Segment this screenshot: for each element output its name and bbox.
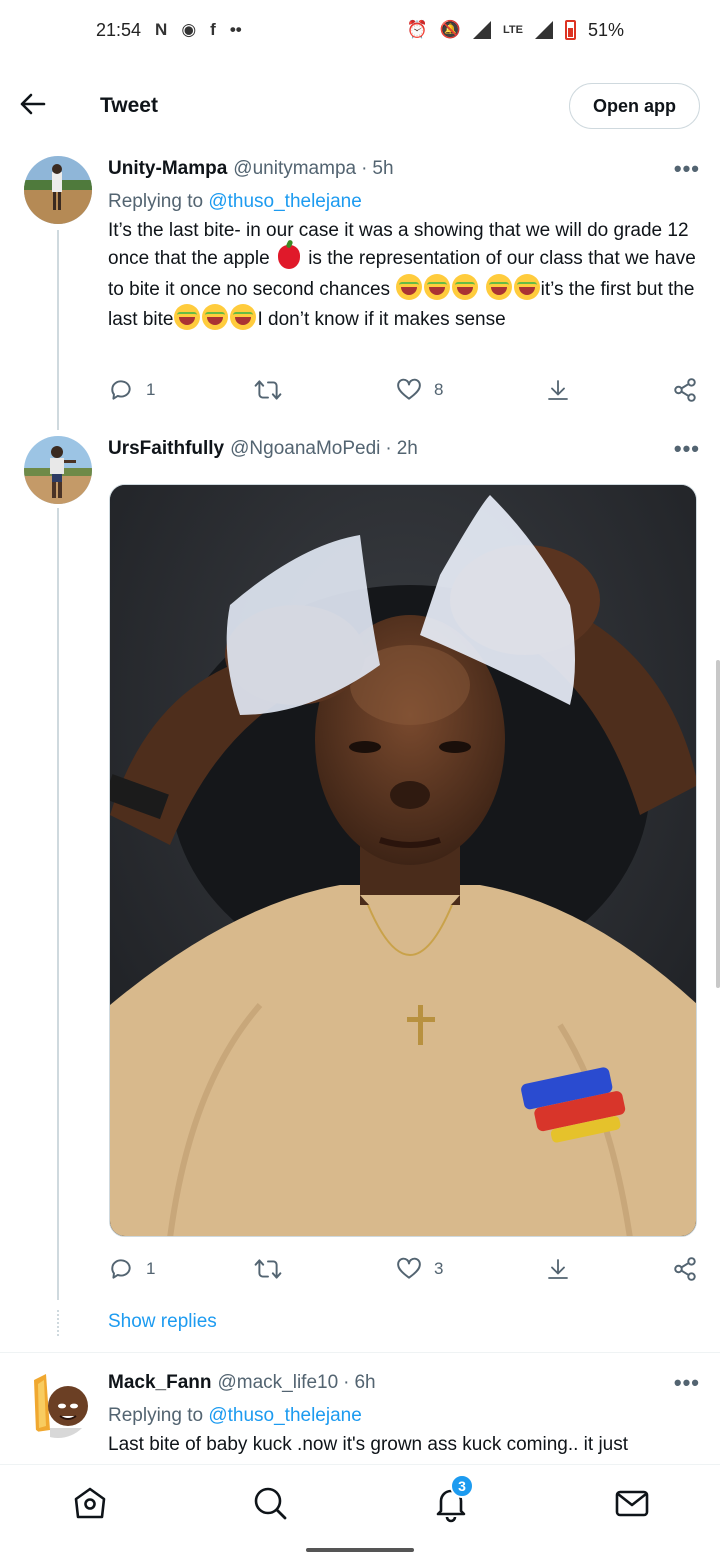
tweet-text: It’s the last bite- in our case it was a…	[108, 217, 700, 335]
like-button[interactable]: 3	[396, 1256, 443, 1282]
laughing-emoji-icon	[513, 273, 540, 300]
avatar[interactable]	[24, 156, 92, 224]
share-button[interactable]	[672, 1256, 698, 1282]
replying-to: Replying to @thuso_thelejane	[108, 1405, 700, 1427]
bottom-navigation	[0, 1464, 720, 1536]
page-title: Tweet	[100, 94, 158, 117]
download-button[interactable]	[546, 377, 570, 403]
thread-dotted-line	[57, 1310, 59, 1336]
like-count: 3	[434, 1259, 444, 1278]
timestamp[interactable]: 6h	[354, 1372, 375, 1394]
notifications-badge: 3	[450, 1474, 474, 1498]
reply-button[interactable]: 1	[108, 377, 155, 403]
user-handle[interactable]: @unitymampa	[233, 158, 356, 180]
separator: ·	[385, 438, 392, 459]
tweet-text: Last bite of baby kuck .now it's grown a…	[108, 1434, 629, 1455]
replying-to: Replying to @thuso_thelejane	[108, 191, 700, 213]
laughing-emoji-icon	[174, 304, 201, 331]
laughing-emoji-icon	[485, 273, 512, 300]
share-button[interactable]	[672, 377, 698, 403]
tweet-actions: 1 3	[108, 1254, 700, 1284]
retweet-button[interactable]	[254, 377, 282, 403]
like-button[interactable]: 8	[396, 377, 443, 403]
laughing-emoji-icon	[396, 273, 423, 300]
retweet-icon	[254, 380, 282, 400]
more-icon[interactable]: •••	[674, 436, 700, 462]
mention-link[interactable]: @thuso_thelejane	[208, 191, 361, 212]
like-icon	[397, 1257, 421, 1279]
search-icon	[254, 1487, 287, 1520]
open-app-button[interactable]: Open app	[568, 83, 700, 129]
retweet-icon	[254, 1259, 282, 1279]
reply-icon	[111, 1259, 131, 1279]
tweet-text-part: I don’t know if it makes sense	[257, 309, 506, 331]
avatar[interactable]	[24, 436, 92, 504]
separator: ·	[343, 1372, 350, 1393]
more-icon[interactable]: •••	[674, 1370, 700, 1396]
tweet-media-image[interactable]	[109, 484, 697, 1237]
reply-icon	[111, 380, 131, 400]
mention-link[interactable]: @thuso_thelejane	[208, 1405, 361, 1426]
timestamp[interactable]: 5h	[372, 158, 393, 180]
display-name[interactable]: UrsFaithfully	[108, 438, 224, 460]
network-type: LTE	[503, 24, 523, 36]
separator: ·	[361, 158, 368, 179]
retweet-button[interactable]	[254, 1256, 282, 1282]
status-bar: 21:54 N ◉ f •• ⏰ 🔕 LTE 51%	[0, 0, 720, 60]
chat-icon: ◉	[181, 20, 197, 39]
home-icon	[74, 1487, 106, 1519]
timestamp[interactable]: 2h	[397, 438, 418, 460]
top-bar: Tweet Open app	[0, 70, 720, 142]
search-tab[interactable]	[250, 1483, 290, 1523]
divider	[0, 1352, 720, 1353]
messages-tab[interactable]	[612, 1483, 652, 1523]
more-notifications-icon: ••	[229, 20, 242, 39]
more-icon[interactable]: •••	[674, 156, 700, 182]
display-name[interactable]: Unity-Mampa	[108, 158, 227, 180]
home-indicator[interactable]	[306, 1548, 414, 1552]
replying-label: Replying to	[108, 191, 204, 212]
reply-count: 1	[146, 1259, 156, 1278]
apple-emoji-icon	[277, 245, 300, 270]
share-icon	[674, 378, 696, 402]
user-handle[interactable]: @NgoanaMoPedi	[230, 438, 380, 460]
tweet-actions: 1 8	[108, 375, 700, 405]
signal-icon	[473, 21, 491, 39]
facebook-icon: f	[210, 20, 216, 39]
scrollbar[interactable]	[716, 660, 720, 988]
n-app-icon: N	[155, 20, 168, 39]
status-time: 21:54	[96, 19, 142, 40]
download-icon	[548, 380, 568, 400]
show-replies-link[interactable]: Show replies	[108, 1311, 217, 1333]
user-handle[interactable]: @mack_life10	[217, 1372, 338, 1394]
battery-level: 51%	[587, 19, 624, 40]
laughing-emoji-icon	[230, 304, 257, 331]
display-name[interactable]: Mack_Fann	[108, 1372, 211, 1394]
signal-icon-2	[534, 21, 553, 39]
like-count: 8	[434, 380, 444, 399]
laughing-emoji-icon	[202, 304, 229, 331]
laughing-emoji-icon	[452, 273, 479, 300]
avatar[interactable]	[24, 1370, 92, 1438]
back-arrow-icon[interactable]	[20, 89, 70, 123]
battery-icon	[564, 20, 576, 40]
reply-button[interactable]: 1	[108, 1256, 155, 1282]
mail-icon	[615, 1490, 649, 1517]
share-icon	[674, 1257, 696, 1281]
mute-icon: 🔕	[439, 20, 461, 39]
laughing-emoji-icon	[424, 273, 451, 300]
reply-count: 1	[146, 380, 156, 399]
replying-label: Replying to	[108, 1405, 204, 1426]
tweet[interactable]: Mack_Fann @mack_life10 · 6h ••• Replying…	[0, 1364, 720, 1464]
like-icon	[397, 378, 421, 400]
download-icon	[548, 1259, 568, 1279]
home-tab[interactable]	[70, 1483, 110, 1523]
download-button[interactable]	[546, 1256, 570, 1282]
alarm-icon: ⏰	[406, 20, 428, 39]
